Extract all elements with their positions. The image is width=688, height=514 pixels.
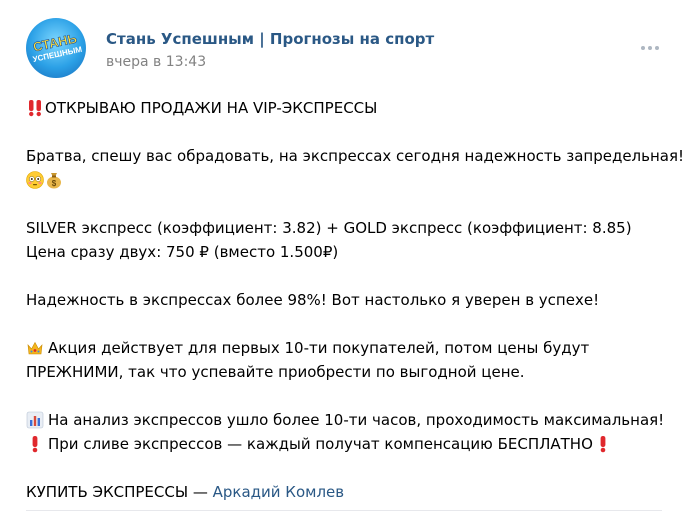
flushed-face-icon	[26, 171, 44, 189]
wall-post: СТАНЬ УСПЕШНЫМ Стань Успешным | Прогнозы…	[0, 0, 688, 514]
paragraph-2-line-2: Цена сразу двух: 750 ₽ (вместо 1.500₽)	[26, 243, 339, 261]
paragraph-5-text-1: На анализ экспрессов ушло более 10-ти ча…	[48, 411, 665, 429]
headline-text: ОТКРЫВАЮ ПРОДАЖИ НА VIP-ЭКСПРЕССЫ	[45, 99, 378, 117]
exclamation-icon	[32, 436, 38, 453]
headline-line: ОТКРЫВАЮ ПРОДАЖИ НА VIP-ЭКСПРЕССЫ	[26, 96, 676, 120]
money-bag-icon: $	[47, 173, 61, 189]
crown-icon	[27, 341, 43, 355]
post-author-link[interactable]: Стань Успешным | Прогнозы на спорт	[106, 30, 434, 48]
avatar[interactable]: СТАНЬ УСПЕШНЫМ	[26, 18, 86, 78]
paragraph-4-line-2: ПРЕЖНИМИ, так что успевайте приобрести п…	[26, 363, 525, 381]
paragraph-5-text-2: При сливе экспрессов — каждый получат ко…	[48, 435, 593, 453]
double-exclamation-icon	[29, 100, 41, 117]
post-text: ОТКРЫВАЮ ПРОДАЖИ НА VIP-ЭКСПРЕССЫ Братва…	[26, 96, 685, 504]
paragraph-1-line-1: Братва, спешу вас обрадовать, на экспрес…	[26, 147, 685, 165]
post-header: СТАНЬ УСПЕШНЫМ Стань Успешным | Прогнозы…	[26, 18, 666, 78]
post-date-link[interactable]: вчера в 13:43	[106, 54, 206, 70]
cta-line: КУПИТЬ ЭКСПРЕССЫ — Аркадий Комлев	[26, 480, 676, 504]
paragraph-4-text-1: Акция действует для первых 10-ти покупат…	[48, 339, 590, 357]
paragraph-4-line-1: Акция действует для первых 10-ти покупат…	[26, 336, 676, 360]
cta-author-link[interactable]: Аркадий Комлев	[213, 480, 344, 504]
paragraph-1-emoji-line: $	[26, 168, 676, 192]
avatar-logo: СТАНЬ УСПЕШНЫМ	[31, 30, 83, 64]
more-horizontal-icon[interactable]	[638, 40, 662, 56]
cta-text: КУПИТЬ ЭКСПРЕССЫ —	[26, 483, 213, 501]
exclamation-icon	[600, 436, 606, 453]
post-divider	[26, 510, 662, 511]
svg-text:$: $	[52, 179, 57, 188]
paragraph-3-line-1: Надежность в экспрессах более 98%! Вот н…	[26, 291, 600, 309]
paragraph-2-line-1: SILVER экспресс (коэффициент: 3.82) + GO…	[26, 219, 632, 237]
bar-chart-icon	[26, 411, 44, 429]
paragraph-5-line-2: При сливе экспрессов — каждый получат ко…	[26, 432, 676, 456]
paragraph-5-line-1: На анализ экспрессов ушло более 10-ти ча…	[26, 408, 676, 432]
